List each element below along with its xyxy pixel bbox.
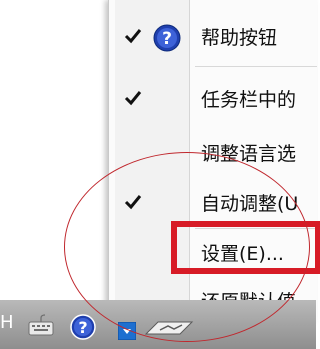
menu-item-label: 任务栏中的 [201, 89, 297, 111]
svg-text:?: ? [78, 318, 87, 337]
menu-item-label: 帮助按钮 [201, 27, 278, 49]
checkmark-icon [124, 91, 142, 106]
checkmark-icon [124, 29, 142, 44]
svg-text:?: ? [162, 29, 172, 49]
language-indicator[interactable]: H [0, 312, 14, 333]
menu-separator [195, 66, 317, 67]
help-circle-icon: ? [153, 24, 181, 52]
help-icon[interactable]: ? [70, 314, 96, 340]
menu-item-help-button[interactable]: ? 帮助按钮 [115, 18, 317, 58]
menu-item-taskbar[interactable]: 任务栏中的 [115, 80, 317, 120]
keyboard-icon[interactable] [28, 314, 54, 336]
annotation-circle [64, 152, 310, 342]
